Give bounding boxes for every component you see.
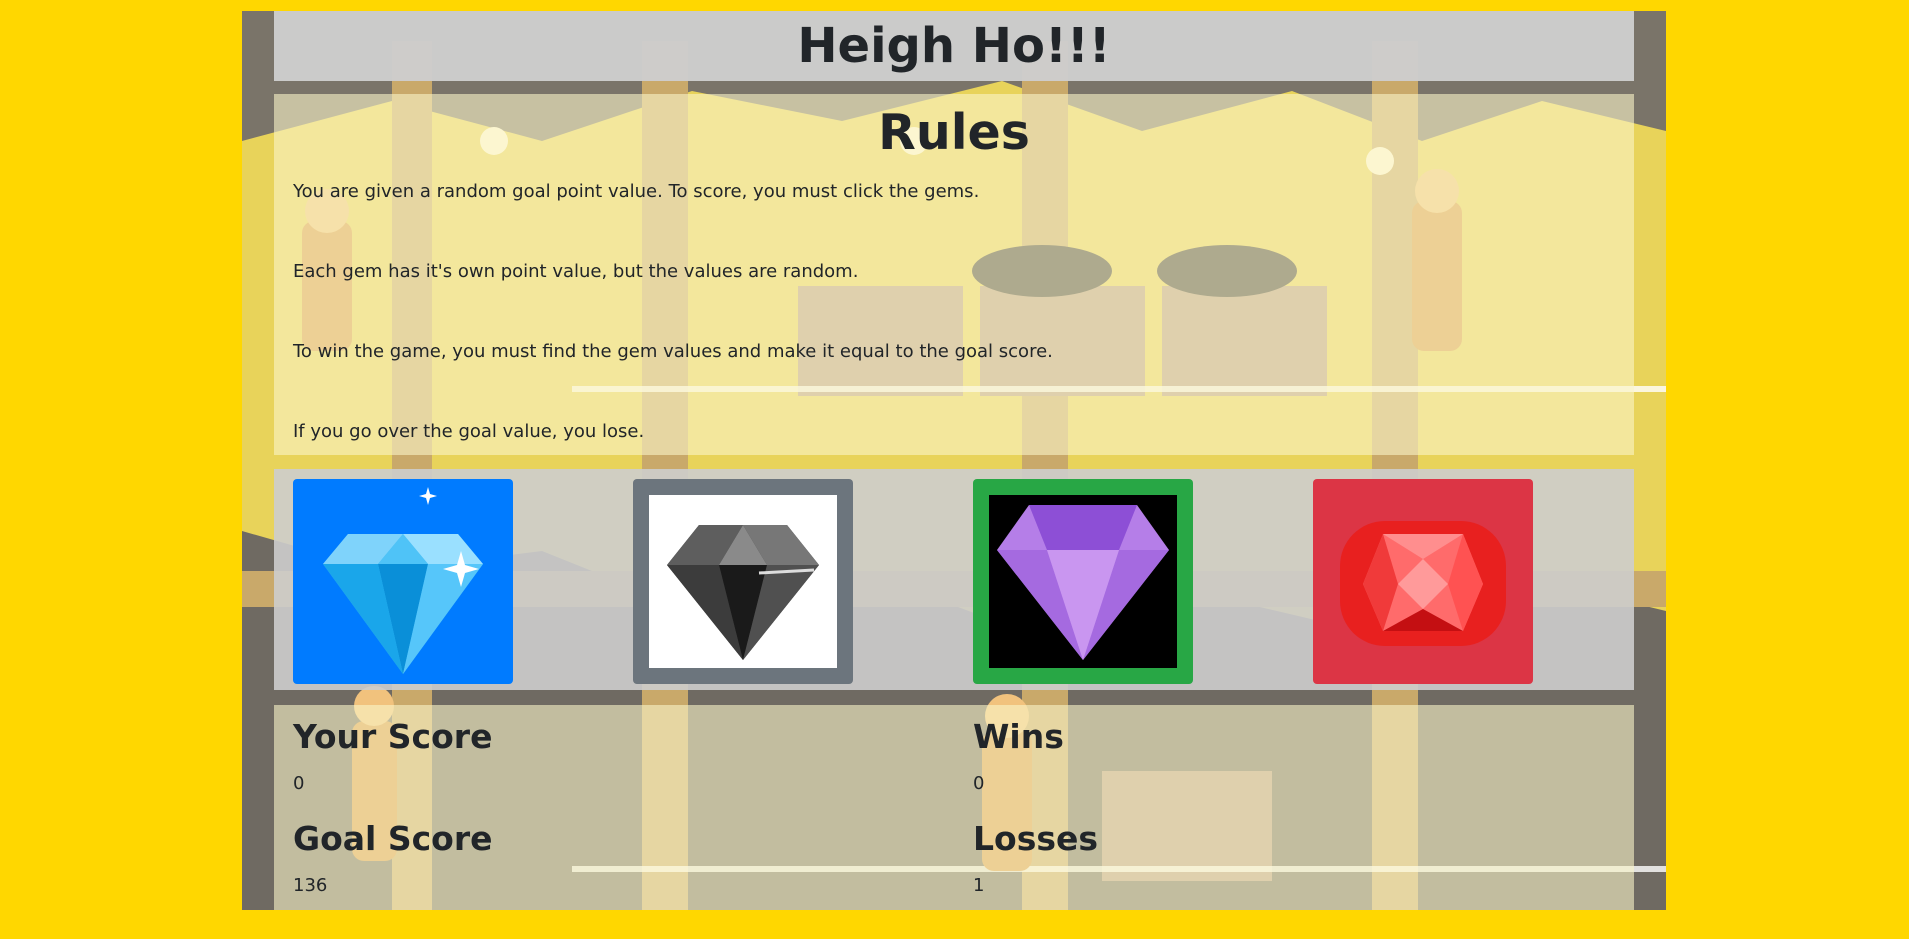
purple-gem-icon [989,495,1177,668]
purple-gem-button[interactable] [973,479,1193,684]
header-panel: Heigh Ho!!! [274,11,1634,81]
your-score-label: Your Score [293,717,493,756]
your-score-value: 0 [293,773,305,794]
blue-diamond-icon [323,487,483,674]
goal-score-value: 136 [293,875,328,896]
black-diamond-gem-button[interactable] [633,479,853,684]
black-diamond-icon [649,495,837,668]
losses-label: Losses [973,819,1099,858]
red-ruby-icon [1340,521,1506,646]
gems-panel [274,469,1634,690]
losses-value: 1 [973,875,985,896]
wins-label: Wins [973,717,1064,756]
rule-text: You are given a random goal point value.… [293,181,980,202]
wins-value: 0 [973,773,985,794]
rule-text: If you go over the goal value, you lose. [293,421,645,442]
red-ruby-gem-button[interactable] [1313,479,1533,684]
goal-score-label: Goal Score [293,819,493,858]
rule-text: To win the game, you must find the gem v… [293,341,1053,362]
rules-heading: Rules [878,104,1030,161]
page-title: Heigh Ho!!! [797,18,1111,74]
game-container: Heigh Ho!!! Rules You are given a random… [242,11,1666,910]
rule-text: Each gem has it's own point value, but t… [293,261,859,282]
rules-panel: Rules You are given a random goal point … [274,94,1634,455]
blue-diamond-gem-button[interactable] [293,479,513,684]
stats-panel: Your Score 0 Goal Score 136 Wins 0 Losse… [274,705,1634,910]
